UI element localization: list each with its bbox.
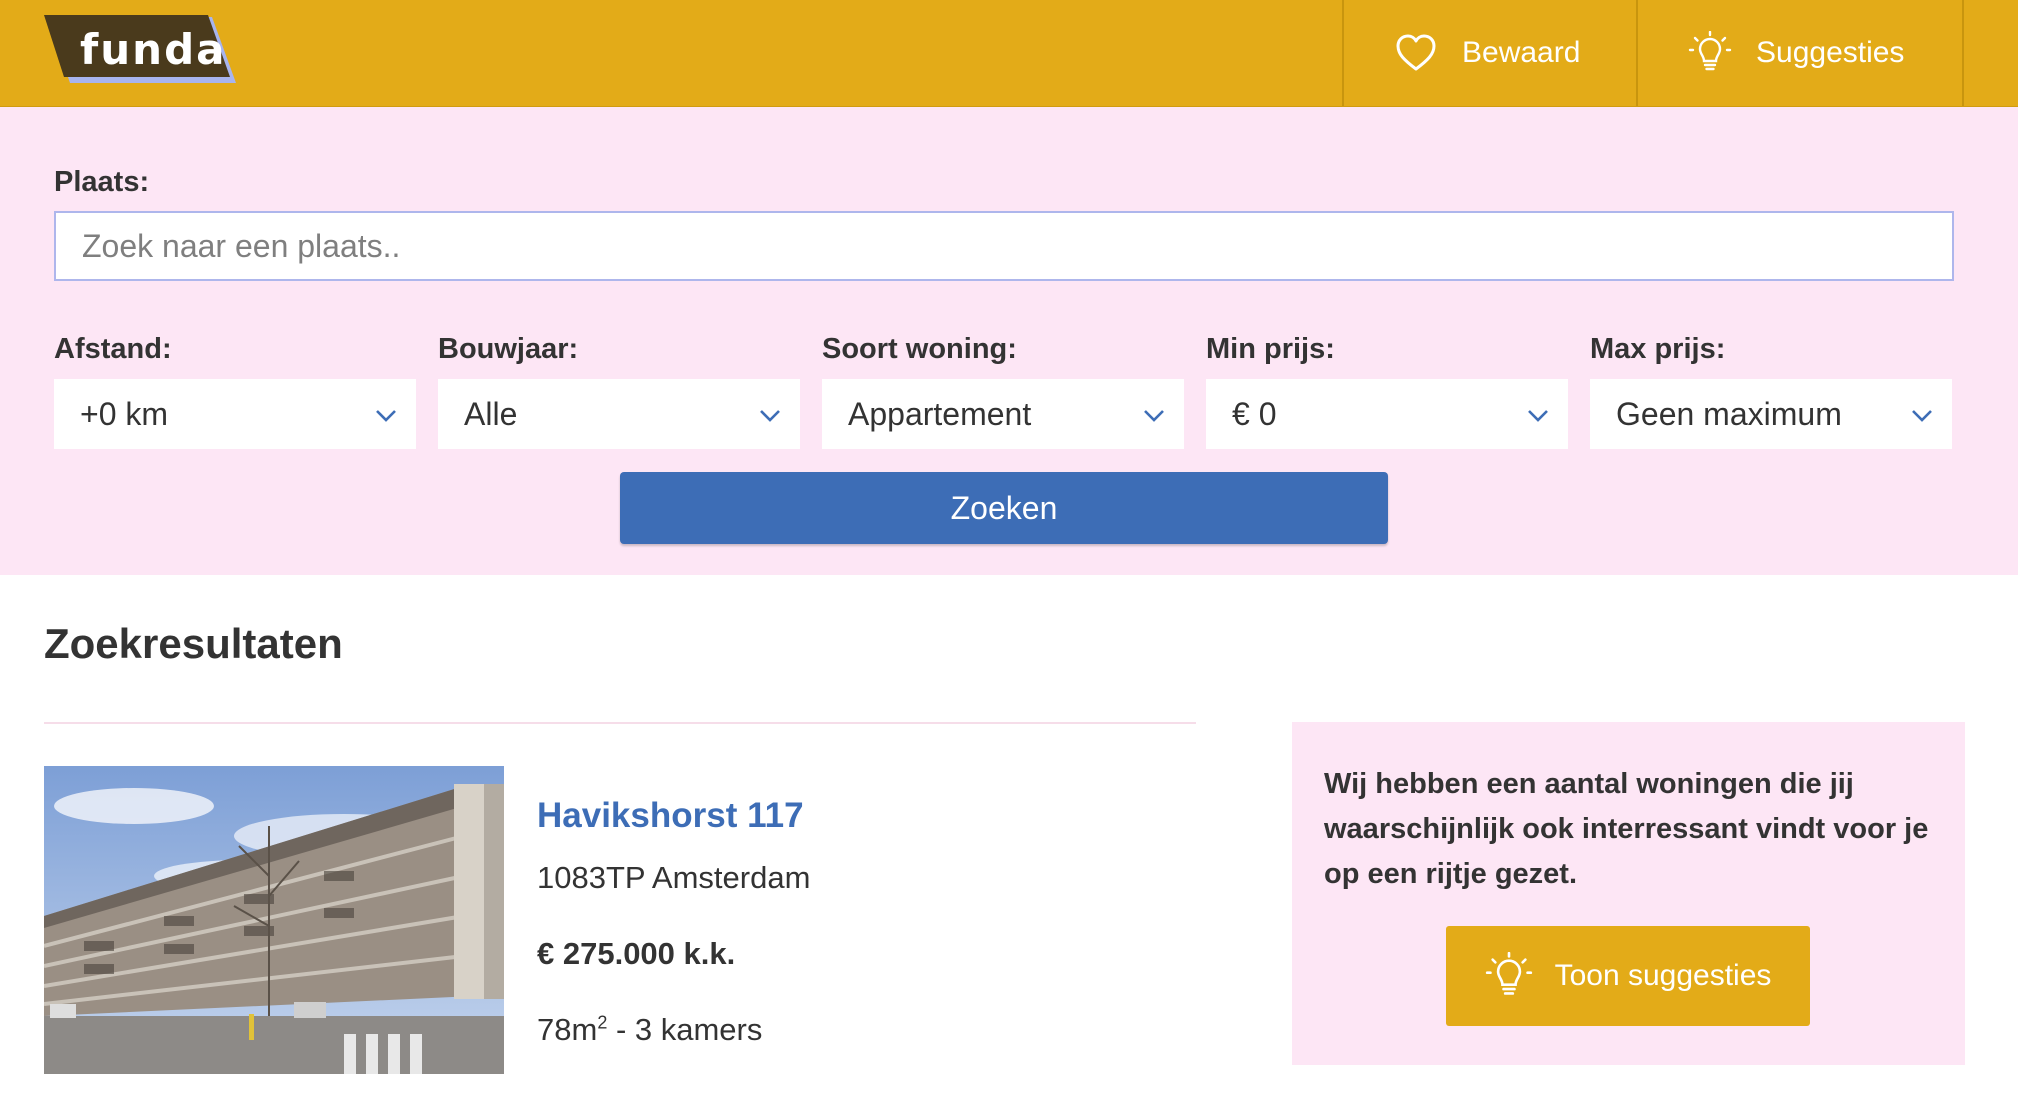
results-divider: [44, 722, 1196, 724]
listing-address: 1083TP Amsterdam: [537, 860, 811, 895]
chevron-down-icon: [376, 410, 396, 422]
listing-rooms: - 3 kamers: [607, 1012, 763, 1047]
nav-suggestions[interactable]: Suggesties: [1636, 0, 1964, 106]
chevron-down-icon: [1144, 410, 1164, 422]
suggestions-text: Wij hebben een aantal woningen die jij w…: [1324, 768, 1929, 890]
distance-label: Afstand:: [54, 333, 172, 365]
listing-photo[interactable]: [44, 766, 504, 1074]
suggestions-box: Wij hebben een aantal woningen die jij w…: [1292, 722, 1965, 1065]
listing-area-rooms: 78m2 - 3 kamers: [537, 1012, 762, 1048]
build-year-select[interactable]: Alle: [438, 379, 800, 449]
nav-saved[interactable]: Bewaard: [1342, 0, 1636, 106]
listing-title-link[interactable]: Havikshorst 117: [537, 796, 804, 836]
distance-value: +0 km: [80, 395, 169, 432]
build-year-value: Alle: [464, 395, 518, 432]
logo-text: funda: [80, 25, 227, 74]
build-year-label: Bouwjaar:: [438, 333, 579, 365]
top-header: funda Bewaard Suggesties: [0, 0, 2018, 107]
nav-suggestions-label: Suggesties: [1756, 36, 1905, 69]
listing-area-superscript: 2: [597, 1012, 608, 1033]
funda-logo[interactable]: funda: [44, 15, 238, 85]
listing-area: 78m: [537, 1012, 598, 1047]
max-price-label: Max prijs:: [1590, 333, 1726, 365]
min-price-label: Min prijs:: [1206, 333, 1335, 365]
listing-price: € 275.000 k.k.: [537, 936, 736, 971]
chevron-down-icon: [760, 410, 780, 422]
min-price-value: € 0: [1232, 395, 1277, 432]
place-label: Plaats:: [54, 166, 150, 198]
min-price-select[interactable]: € 0: [1206, 379, 1568, 449]
chevron-down-icon: [1528, 410, 1548, 422]
house-type-value: Appartement: [848, 395, 1032, 432]
nav-saved-label: Bewaard: [1462, 36, 1581, 69]
distance-select[interactable]: +0 km: [54, 379, 416, 449]
lightbulb-icon: [1485, 952, 1532, 995]
chevron-down-icon: [1912, 410, 1932, 422]
heart-icon: [1396, 34, 1436, 71]
house-type-label: Soort woning:: [822, 333, 1017, 365]
max-price-select[interactable]: Geen maximum: [1590, 379, 1952, 449]
apartment-building-image: [44, 766, 504, 1074]
results-title: Zoekresultaten: [44, 620, 343, 667]
max-price-value: Geen maximum: [1616, 395, 1842, 432]
lightbulb-icon: [1688, 31, 1732, 71]
show-suggestions-label: Toon suggesties: [1554, 959, 1772, 992]
house-type-select[interactable]: Appartement: [822, 379, 1184, 449]
show-suggestions-button[interactable]: Toon suggesties: [1446, 926, 1810, 1026]
place-search-input[interactable]: [54, 211, 1954, 281]
search-button[interactable]: Zoeken: [620, 472, 1388, 544]
